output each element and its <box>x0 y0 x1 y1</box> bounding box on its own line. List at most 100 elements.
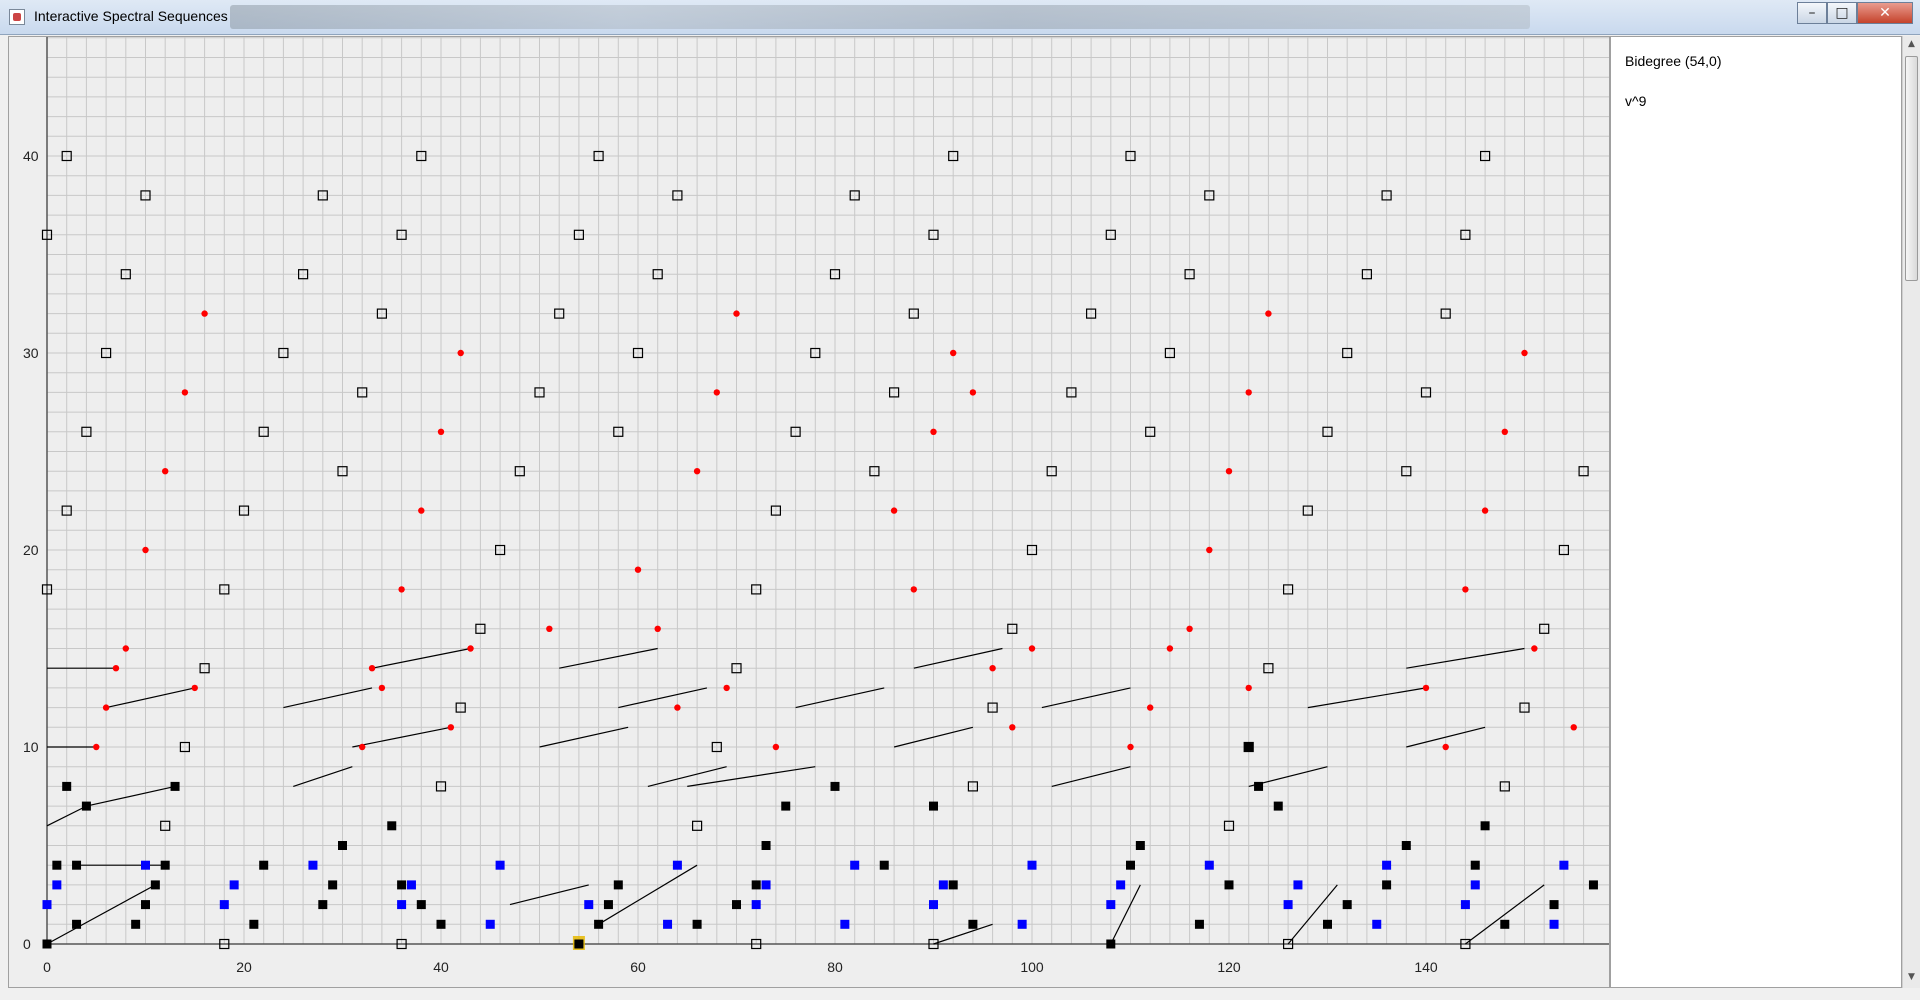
red-dot-mark <box>142 546 149 554</box>
filled-generator-mark <box>1244 742 1254 752</box>
filled-generator-mark <box>1588 880 1598 890</box>
filled-generator-mark <box>1106 939 1116 949</box>
filled-generator-mark <box>1549 900 1559 910</box>
red-dot-mark <box>1265 310 1272 317</box>
differential-line <box>618 687 708 709</box>
filled-generator-mark <box>692 919 702 929</box>
red-dot-mark <box>1481 507 1489 514</box>
red-dot-mark <box>713 389 720 396</box>
y-tick-label: 10 <box>23 739 39 755</box>
filled-generator-mark <box>613 880 623 890</box>
close-button[interactable]: ✕ <box>1857 2 1913 24</box>
x-tick-label: 60 <box>630 959 646 975</box>
red-dot-mark <box>1009 724 1016 731</box>
red-dot-mark <box>1028 645 1036 652</box>
filled-generator-mark <box>416 900 426 910</box>
filled-generator-mark <box>131 919 141 929</box>
differential-line <box>1287 884 1338 945</box>
filled-generator-mark <box>603 900 613 910</box>
filled-generator-mark <box>170 781 180 791</box>
scroll-down-icon[interactable]: ▼ <box>1905 972 1918 985</box>
info-panel-scrollbar[interactable]: ▲ ▼ <box>1902 36 1920 988</box>
blue-generator-mark <box>938 880 948 890</box>
blue-generator-mark <box>308 860 318 870</box>
y-tick-label: 20 <box>23 542 39 558</box>
filled-generator-mark <box>62 781 72 791</box>
red-dot-mark <box>634 566 642 573</box>
red-dot-mark <box>191 684 198 692</box>
filled-generator-mark <box>781 801 791 811</box>
spectral-sequence-chart-area[interactable]: 0 20 40 60 80 100 120 140 0 10 20 30 40 <box>8 36 1610 988</box>
maximize-button[interactable]: □ <box>1827 2 1857 24</box>
blue-generator-mark <box>1559 860 1569 870</box>
filled-generator-mark <box>42 939 52 949</box>
scrollbar-thumb[interactable] <box>1905 56 1918 281</box>
red-dot-mark <box>418 507 425 514</box>
red-dot-mark <box>93 743 100 751</box>
filled-generator-mark <box>52 860 62 870</box>
blue-generator-mark <box>1204 860 1214 870</box>
blue-generator-mark <box>1372 919 1382 929</box>
red-dot-mark <box>950 349 957 357</box>
red-dot-mark <box>546 625 553 632</box>
filled-generator-mark <box>72 860 82 870</box>
differential-line <box>795 687 885 709</box>
blue-generator-mark <box>397 900 407 910</box>
filled-generator-mark <box>1342 900 1352 910</box>
filled-generator-mark <box>594 919 604 929</box>
blue-generator-mark <box>1460 900 1470 910</box>
red-dot-mark <box>1127 743 1134 751</box>
red-dot-mark <box>359 743 366 751</box>
filled-generator-mark <box>1273 801 1283 811</box>
blue-generator-mark <box>1027 860 1037 870</box>
blue-generator-mark <box>1470 880 1480 890</box>
x-tick-label: 40 <box>433 959 449 975</box>
differential-line <box>509 884 589 906</box>
filled-generator-mark <box>830 781 840 791</box>
filled-generator-mark <box>1480 821 1490 831</box>
red-dot-mark <box>457 349 464 357</box>
filled-generator-mark <box>879 860 889 870</box>
filled-generator-mark <box>1323 919 1332 929</box>
red-dot-mark <box>1442 743 1449 751</box>
blue-generator-mark <box>1293 880 1303 890</box>
filled-generator-mark <box>1126 860 1135 870</box>
differential-line <box>539 726 629 748</box>
blue-generator-mark <box>761 880 771 890</box>
blue-generator-mark <box>406 880 416 890</box>
filled-generator-mark <box>968 919 978 929</box>
x-tick-label: 0 <box>43 959 51 975</box>
minimize-button[interactable]: – <box>1797 2 1827 24</box>
differential-line <box>647 766 727 787</box>
red-dot-mark <box>201 310 208 317</box>
bidegree-label: Bidegree (54,0) <box>1625 53 1722 69</box>
red-dot-mark <box>930 428 937 435</box>
blue-generator-mark <box>42 900 52 910</box>
differential-line <box>105 687 195 709</box>
filled-generator-mark <box>249 919 259 929</box>
filled-generator-mark <box>328 880 338 890</box>
scroll-up-icon[interactable]: ▲ <box>1905 39 1918 52</box>
blue-generator-mark <box>1116 880 1126 890</box>
blue-generator-mark <box>1549 919 1559 929</box>
filled-generator-mark <box>1224 880 1234 890</box>
red-dot-mark <box>910 586 917 593</box>
filled-generator-mark <box>387 821 397 831</box>
red-dot-mark <box>969 389 977 396</box>
x-tick-label: 120 <box>1217 959 1241 975</box>
x-tick-label: 140 <box>1414 959 1438 975</box>
blue-generator-mark <box>840 919 850 929</box>
filled-generator-mark <box>436 919 446 929</box>
blue-generator-mark <box>1283 900 1293 910</box>
blue-generator-mark <box>672 860 682 870</box>
blue-generator-mark <box>751 900 761 910</box>
blue-generator-mark <box>229 880 239 890</box>
blue-generator-mark <box>141 860 150 870</box>
blue-generator-mark <box>52 880 62 890</box>
filled-generator-mark <box>150 880 160 890</box>
filled-generator-mark <box>1194 919 1204 929</box>
blurred-taskbar <box>230 5 1530 29</box>
spectral-sequence-chart[interactable]: 0 20 40 60 80 100 120 140 0 10 20 30 40 <box>9 37 1609 987</box>
blue-generator-mark <box>1017 919 1027 929</box>
red-dot-mark <box>1186 625 1193 632</box>
